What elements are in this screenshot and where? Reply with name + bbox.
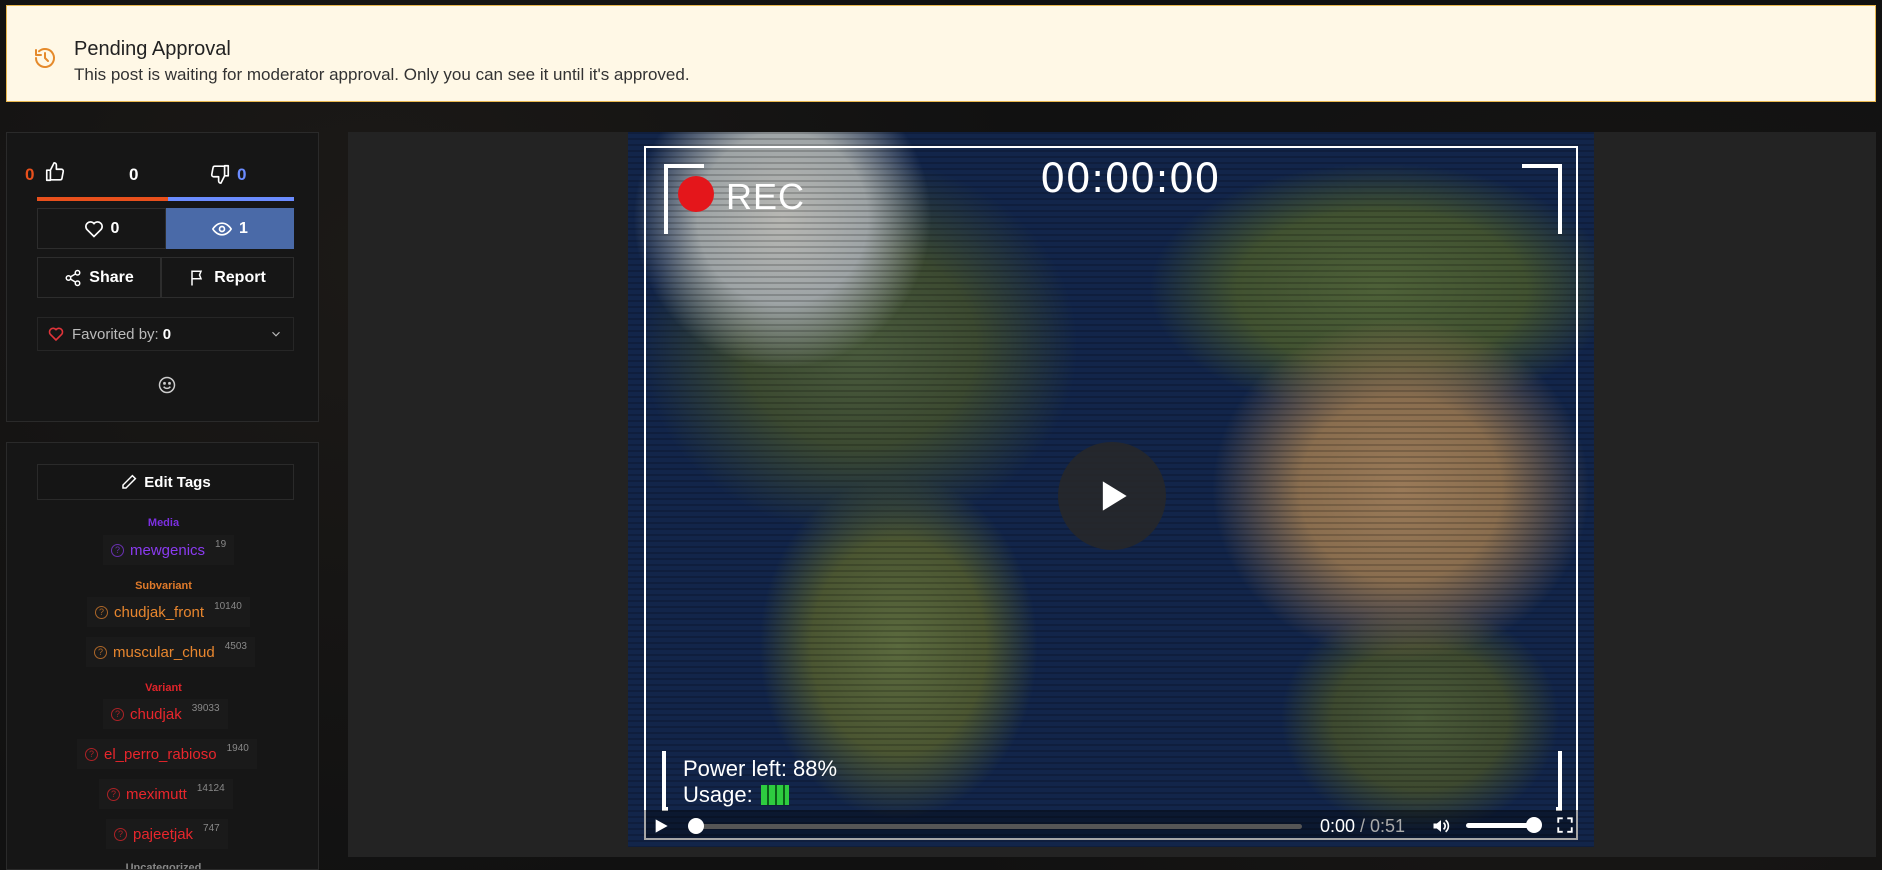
upvote-ratio-bar	[37, 197, 168, 201]
flag-icon	[191, 270, 203, 285]
favorite-button[interactable]: 0	[37, 208, 166, 249]
vote-score: 0	[129, 165, 139, 184]
seek-handle[interactable]	[688, 818, 704, 834]
favorited-by-count: 0	[162, 325, 172, 343]
share-label: Share	[89, 268, 134, 286]
heart-icon	[48, 327, 64, 342]
favorited-by-dropdown[interactable]: Favorited by: 0	[37, 317, 294, 351]
volume-icon[interactable]	[1430, 816, 1452, 836]
usage-label: Usage:	[683, 782, 753, 807]
tag-count: 39033	[191, 702, 220, 714]
report-label: Report	[214, 268, 266, 286]
usage-bar	[760, 785, 789, 805]
seek-bar[interactable]	[690, 824, 1302, 829]
thumbs-up-icon[interactable]	[44, 161, 66, 183]
heart-icon	[84, 220, 103, 238]
tag-count: 1940	[226, 742, 249, 754]
history-icon	[35, 48, 55, 68]
chevron-down-icon	[272, 331, 280, 337]
share-button[interactable]: Share	[37, 257, 161, 298]
downvote-ratio-bar	[168, 197, 294, 201]
tag-chudjak[interactable]: ? chudjak 39033	[103, 699, 228, 729]
tag-name: pajeetjak	[133, 825, 194, 843]
current-time: 0:00	[1320, 816, 1356, 836]
tags-panel: Edit Tags Media ? mewgenics 19 Subvarian…	[6, 442, 319, 870]
fullscreen-icon[interactable]	[1556, 816, 1574, 834]
report-button[interactable]: Report	[161, 257, 294, 298]
tag-mewgenics[interactable]: ? mewgenics 19	[103, 535, 235, 565]
video-controls: 0:00 / 0:51	[644, 810, 1578, 840]
pending-approval-banner: Pending Approval This post is waiting fo…	[6, 5, 1876, 102]
share-icon	[65, 269, 81, 286]
viewfinder-corner	[1522, 164, 1562, 234]
views-button[interactable]: 1	[166, 208, 294, 249]
help-icon: ?	[85, 747, 98, 761]
tag-group-media: Media	[147, 517, 180, 529]
tag-count: 4503	[224, 640, 247, 652]
video-player[interactable]: REC 00:00:00 Power left: 88% Usage: 0:00…	[628, 132, 1594, 847]
tag-name: chudjak_front	[114, 603, 205, 621]
help-icon: ?	[95, 605, 108, 619]
favorite-count: 0	[110, 219, 120, 237]
tag-muscular-chud[interactable]: ? muscular_chud 4503	[86, 637, 255, 667]
help-icon: ?	[111, 707, 124, 721]
help-icon: ?	[107, 787, 120, 801]
emoji-reaction-icon[interactable]	[157, 375, 177, 395]
rec-dot-icon	[678, 176, 714, 212]
tag-count: 19	[215, 538, 227, 550]
tag-name: el_perro_rabioso	[104, 745, 217, 763]
tag-name: muscular_chud	[113, 643, 215, 661]
tag-group-variant: Variant	[145, 682, 182, 694]
tag-count: 10140	[214, 600, 242, 612]
help-icon: ?	[111, 543, 124, 557]
tag-el-perro-rabioso[interactable]: ? el_perro_rabioso 1940	[77, 739, 257, 769]
play-icon[interactable]	[652, 818, 670, 834]
tag-count: 747	[203, 822, 220, 834]
tag-meximutt[interactable]: ? meximutt 14124	[99, 779, 233, 809]
banner-title: Pending Approval	[74, 38, 231, 60]
eye-icon	[212, 221, 233, 236]
pencil-icon	[122, 474, 137, 489]
post-actions-panel: 0 0 0 0 1 Share Report Favorited by: 0	[6, 132, 319, 422]
help-icon: ?	[94, 645, 107, 659]
big-play-button[interactable]	[1058, 442, 1166, 550]
upvote-count: 0	[25, 165, 35, 184]
tag-chudjak-front[interactable]: ? chudjak_front 10140	[87, 597, 250, 627]
rec-label: REC	[726, 176, 806, 217]
banner-text: This post is waiting for moderator appro…	[74, 65, 690, 84]
play-icon	[1102, 481, 1127, 511]
viewfinder-corner	[662, 751, 668, 811]
volume-handle[interactable]	[1526, 817, 1542, 833]
tag-group-uncategorized: Uncategorized	[125, 862, 202, 870]
views-count: 1	[239, 219, 248, 237]
favorited-by-label: Favorited by:	[72, 325, 159, 343]
viewfinder-corner	[1556, 751, 1562, 811]
tag-count: 14124	[196, 782, 225, 794]
power-readout: Power left: 88%	[683, 756, 838, 781]
edit-tags-label: Edit Tags	[144, 473, 211, 491]
edit-tags-button[interactable]: Edit Tags	[37, 464, 294, 500]
tag-name: meximutt	[126, 785, 187, 803]
thumbs-down-icon[interactable]	[209, 163, 231, 185]
tag-pajeetjak[interactable]: ? pajeetjak 747	[106, 819, 228, 849]
tag-group-subvariant: Subvariant	[135, 580, 192, 592]
downvote-count: 0	[237, 165, 247, 184]
timecode: 00:00:00	[1040, 156, 1220, 202]
tag-name: mewgenics	[130, 541, 206, 559]
tag-name: chudjak	[130, 705, 182, 723]
usage-readout: Usage:	[683, 782, 789, 808]
duration: / 0:51	[1360, 816, 1406, 836]
help-icon: ?	[114, 827, 127, 841]
